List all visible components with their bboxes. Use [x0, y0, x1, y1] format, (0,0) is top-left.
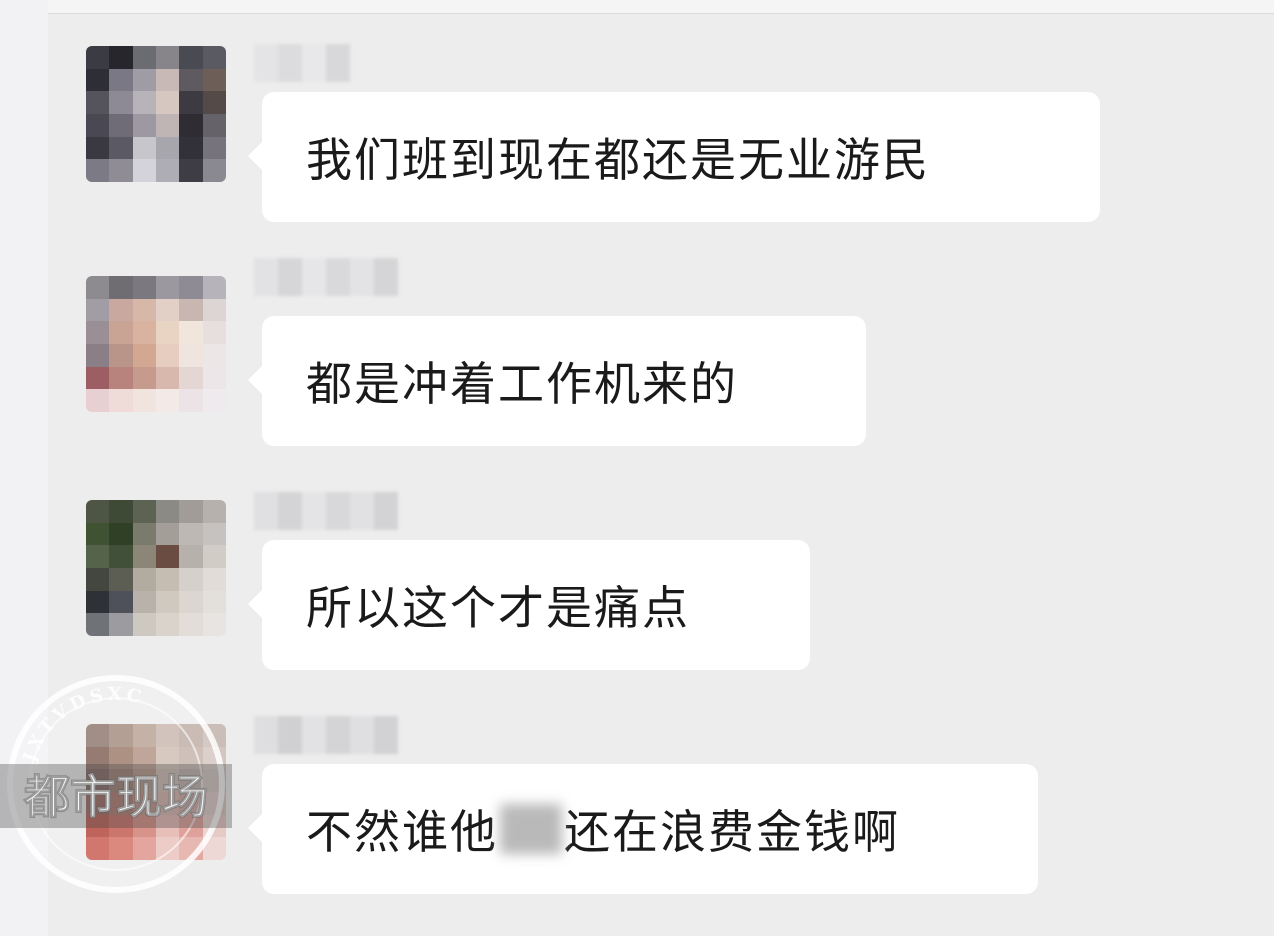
avatar[interactable] [86, 500, 226, 636]
message-text: 都是冲着工作机来的 [306, 357, 738, 411]
avatar[interactable] [86, 724, 226, 860]
message-bubble[interactable]: 所以这个才是痛点 [248, 540, 810, 670]
message-bubble[interactable]: 不然谁他 还在浪费金钱啊 [248, 764, 1038, 894]
left-edge-strip [0, 0, 48, 936]
avatar[interactable] [86, 276, 226, 412]
message-text-part: 不然谁他 [306, 805, 498, 859]
sender-name-blurred [254, 716, 398, 754]
sender-name-blurred [254, 258, 398, 296]
avatar[interactable] [86, 46, 226, 182]
censor-blur [500, 804, 562, 854]
message-text: 我们班到现在都还是无业游民 [306, 133, 930, 187]
message-text: 所以这个才是痛点 [306, 581, 690, 635]
top-divider [48, 0, 1274, 14]
sender-name-blurred [254, 492, 398, 530]
message-text-part: 还在浪费金钱啊 [564, 805, 900, 859]
message-bubble[interactable]: 我们班到现在都还是无业游民 [248, 92, 1100, 222]
sender-name-blurred [254, 44, 350, 82]
message-bubble[interactable]: 都是冲着工作机来的 [248, 316, 866, 446]
